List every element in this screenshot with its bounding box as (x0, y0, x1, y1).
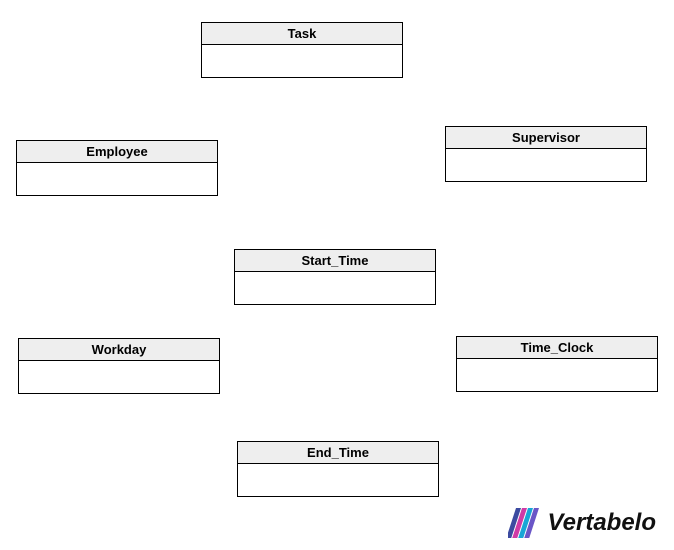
entity-workday[interactable]: Workday (18, 338, 220, 394)
entity-start-time-body (235, 272, 435, 304)
entity-end-time[interactable]: End_Time (237, 441, 439, 497)
vertabelo-logo-icon (508, 508, 542, 538)
entity-workday-body (19, 361, 219, 393)
vertabelo-logo-text: Vertabelo (548, 509, 656, 537)
entity-employee-title: Employee (17, 141, 217, 163)
entity-employee[interactable]: Employee (16, 140, 218, 196)
entity-employee-body (17, 163, 217, 195)
entity-workday-title: Workday (19, 339, 219, 361)
entity-end-time-title: End_Time (238, 442, 438, 464)
entity-task-body (202, 45, 402, 77)
entity-time-clock-title: Time_Clock (457, 337, 657, 359)
entity-supervisor[interactable]: Supervisor (445, 126, 647, 182)
vertabelo-logo: Vertabelo (508, 508, 656, 538)
entity-start-time-title: Start_Time (235, 250, 435, 272)
entity-supervisor-title: Supervisor (446, 127, 646, 149)
entity-time-clock[interactable]: Time_Clock (456, 336, 658, 392)
entity-start-time[interactable]: Start_Time (234, 249, 436, 305)
entity-task[interactable]: Task (201, 22, 403, 78)
entity-end-time-body (238, 464, 438, 496)
entity-time-clock-body (457, 359, 657, 391)
entity-task-title: Task (202, 23, 402, 45)
entity-supervisor-body (446, 149, 646, 181)
